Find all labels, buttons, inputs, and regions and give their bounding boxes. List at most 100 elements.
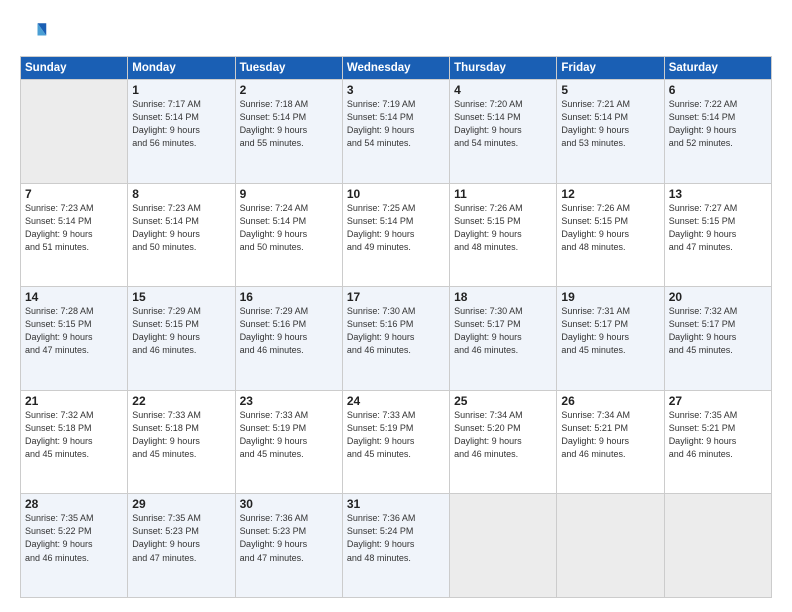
day-number: 19 [561, 290, 659, 304]
day-number: 15 [132, 290, 230, 304]
day-detail: Sunrise: 7:36 AM Sunset: 5:24 PM Dayligh… [347, 512, 445, 564]
day-number: 21 [25, 394, 123, 408]
col-header-friday: Friday [557, 57, 664, 80]
calendar-cell: 18Sunrise: 7:30 AM Sunset: 5:17 PM Dayli… [450, 287, 557, 391]
day-detail: Sunrise: 7:18 AM Sunset: 5:14 PM Dayligh… [240, 98, 338, 150]
calendar-cell: 30Sunrise: 7:36 AM Sunset: 5:23 PM Dayli… [235, 494, 342, 598]
logo-icon [20, 18, 48, 46]
day-detail: Sunrise: 7:29 AM Sunset: 5:16 PM Dayligh… [240, 305, 338, 357]
day-detail: Sunrise: 7:22 AM Sunset: 5:14 PM Dayligh… [669, 98, 767, 150]
calendar-cell: 27Sunrise: 7:35 AM Sunset: 5:21 PM Dayli… [664, 390, 771, 494]
calendar-cell: 16Sunrise: 7:29 AM Sunset: 5:16 PM Dayli… [235, 287, 342, 391]
day-detail: Sunrise: 7:33 AM Sunset: 5:18 PM Dayligh… [132, 409, 230, 461]
calendar-cell: 5Sunrise: 7:21 AM Sunset: 5:14 PM Daylig… [557, 80, 664, 184]
calendar-cell: 13Sunrise: 7:27 AM Sunset: 5:15 PM Dayli… [664, 183, 771, 287]
day-number: 27 [669, 394, 767, 408]
day-detail: Sunrise: 7:34 AM Sunset: 5:20 PM Dayligh… [454, 409, 552, 461]
day-detail: Sunrise: 7:30 AM Sunset: 5:16 PM Dayligh… [347, 305, 445, 357]
day-detail: Sunrise: 7:26 AM Sunset: 5:15 PM Dayligh… [561, 202, 659, 254]
day-number: 17 [347, 290, 445, 304]
day-detail: Sunrise: 7:17 AM Sunset: 5:14 PM Dayligh… [132, 98, 230, 150]
calendar-cell: 3Sunrise: 7:19 AM Sunset: 5:14 PM Daylig… [342, 80, 449, 184]
day-detail: Sunrise: 7:20 AM Sunset: 5:14 PM Dayligh… [454, 98, 552, 150]
day-number: 2 [240, 83, 338, 97]
calendar-cell: 4Sunrise: 7:20 AM Sunset: 5:14 PM Daylig… [450, 80, 557, 184]
calendar-cell: 2Sunrise: 7:18 AM Sunset: 5:14 PM Daylig… [235, 80, 342, 184]
day-detail: Sunrise: 7:35 AM Sunset: 5:22 PM Dayligh… [25, 512, 123, 564]
day-number: 18 [454, 290, 552, 304]
calendar-table: SundayMondayTuesdayWednesdayThursdayFrid… [20, 56, 772, 598]
calendar-cell [450, 494, 557, 598]
calendar-cell: 9Sunrise: 7:24 AM Sunset: 5:14 PM Daylig… [235, 183, 342, 287]
calendar-cell: 29Sunrise: 7:35 AM Sunset: 5:23 PM Dayli… [128, 494, 235, 598]
day-number: 23 [240, 394, 338, 408]
day-detail: Sunrise: 7:32 AM Sunset: 5:17 PM Dayligh… [669, 305, 767, 357]
calendar-cell: 14Sunrise: 7:28 AM Sunset: 5:15 PM Dayli… [21, 287, 128, 391]
calendar-cell: 6Sunrise: 7:22 AM Sunset: 5:14 PM Daylig… [664, 80, 771, 184]
calendar-cell: 12Sunrise: 7:26 AM Sunset: 5:15 PM Dayli… [557, 183, 664, 287]
calendar-cell: 19Sunrise: 7:31 AM Sunset: 5:17 PM Dayli… [557, 287, 664, 391]
day-number: 16 [240, 290, 338, 304]
calendar-cell: 26Sunrise: 7:34 AM Sunset: 5:21 PM Dayli… [557, 390, 664, 494]
day-detail: Sunrise: 7:24 AM Sunset: 5:14 PM Dayligh… [240, 202, 338, 254]
col-header-wednesday: Wednesday [342, 57, 449, 80]
day-detail: Sunrise: 7:29 AM Sunset: 5:15 PM Dayligh… [132, 305, 230, 357]
calendar-cell: 8Sunrise: 7:23 AM Sunset: 5:14 PM Daylig… [128, 183, 235, 287]
day-number: 11 [454, 187, 552, 201]
day-number: 5 [561, 83, 659, 97]
calendar-cell: 15Sunrise: 7:29 AM Sunset: 5:15 PM Dayli… [128, 287, 235, 391]
day-number: 7 [25, 187, 123, 201]
col-header-saturday: Saturday [664, 57, 771, 80]
calendar-row-3: 14Sunrise: 7:28 AM Sunset: 5:15 PM Dayli… [21, 287, 772, 391]
calendar-cell: 11Sunrise: 7:26 AM Sunset: 5:15 PM Dayli… [450, 183, 557, 287]
day-detail: Sunrise: 7:31 AM Sunset: 5:17 PM Dayligh… [561, 305, 659, 357]
calendar-cell: 10Sunrise: 7:25 AM Sunset: 5:14 PM Dayli… [342, 183, 449, 287]
day-number: 28 [25, 497, 123, 511]
day-detail: Sunrise: 7:25 AM Sunset: 5:14 PM Dayligh… [347, 202, 445, 254]
calendar-row-1: 1Sunrise: 7:17 AM Sunset: 5:14 PM Daylig… [21, 80, 772, 184]
calendar-cell: 7Sunrise: 7:23 AM Sunset: 5:14 PM Daylig… [21, 183, 128, 287]
day-number: 13 [669, 187, 767, 201]
day-detail: Sunrise: 7:28 AM Sunset: 5:15 PM Dayligh… [25, 305, 123, 357]
day-number: 22 [132, 394, 230, 408]
col-header-tuesday: Tuesday [235, 57, 342, 80]
day-detail: Sunrise: 7:26 AM Sunset: 5:15 PM Dayligh… [454, 202, 552, 254]
day-number: 14 [25, 290, 123, 304]
day-detail: Sunrise: 7:30 AM Sunset: 5:17 PM Dayligh… [454, 305, 552, 357]
day-number: 29 [132, 497, 230, 511]
calendar-header-row: SundayMondayTuesdayWednesdayThursdayFrid… [21, 57, 772, 80]
calendar-row-5: 28Sunrise: 7:35 AM Sunset: 5:22 PM Dayli… [21, 494, 772, 598]
calendar-cell: 17Sunrise: 7:30 AM Sunset: 5:16 PM Dayli… [342, 287, 449, 391]
day-detail: Sunrise: 7:27 AM Sunset: 5:15 PM Dayligh… [669, 202, 767, 254]
day-detail: Sunrise: 7:36 AM Sunset: 5:23 PM Dayligh… [240, 512, 338, 564]
logo [20, 18, 52, 46]
day-number: 31 [347, 497, 445, 511]
day-detail: Sunrise: 7:35 AM Sunset: 5:23 PM Dayligh… [132, 512, 230, 564]
day-detail: Sunrise: 7:33 AM Sunset: 5:19 PM Dayligh… [347, 409, 445, 461]
day-number: 12 [561, 187, 659, 201]
day-detail: Sunrise: 7:34 AM Sunset: 5:21 PM Dayligh… [561, 409, 659, 461]
day-detail: Sunrise: 7:35 AM Sunset: 5:21 PM Dayligh… [669, 409, 767, 461]
day-number: 30 [240, 497, 338, 511]
day-detail: Sunrise: 7:23 AM Sunset: 5:14 PM Dayligh… [132, 202, 230, 254]
calendar-cell: 22Sunrise: 7:33 AM Sunset: 5:18 PM Dayli… [128, 390, 235, 494]
day-detail: Sunrise: 7:23 AM Sunset: 5:14 PM Dayligh… [25, 202, 123, 254]
day-number: 25 [454, 394, 552, 408]
calendar-cell: 25Sunrise: 7:34 AM Sunset: 5:20 PM Dayli… [450, 390, 557, 494]
day-detail: Sunrise: 7:33 AM Sunset: 5:19 PM Dayligh… [240, 409, 338, 461]
day-number: 26 [561, 394, 659, 408]
calendar-cell: 23Sunrise: 7:33 AM Sunset: 5:19 PM Dayli… [235, 390, 342, 494]
col-header-monday: Monday [128, 57, 235, 80]
day-number: 24 [347, 394, 445, 408]
calendar-cell: 20Sunrise: 7:32 AM Sunset: 5:17 PM Dayli… [664, 287, 771, 391]
day-number: 8 [132, 187, 230, 201]
calendar-cell [557, 494, 664, 598]
day-number: 6 [669, 83, 767, 97]
day-number: 3 [347, 83, 445, 97]
calendar-cell: 1Sunrise: 7:17 AM Sunset: 5:14 PM Daylig… [128, 80, 235, 184]
calendar-cell: 31Sunrise: 7:36 AM Sunset: 5:24 PM Dayli… [342, 494, 449, 598]
header [20, 18, 772, 46]
calendar-row-2: 7Sunrise: 7:23 AM Sunset: 5:14 PM Daylig… [21, 183, 772, 287]
day-number: 4 [454, 83, 552, 97]
col-header-thursday: Thursday [450, 57, 557, 80]
